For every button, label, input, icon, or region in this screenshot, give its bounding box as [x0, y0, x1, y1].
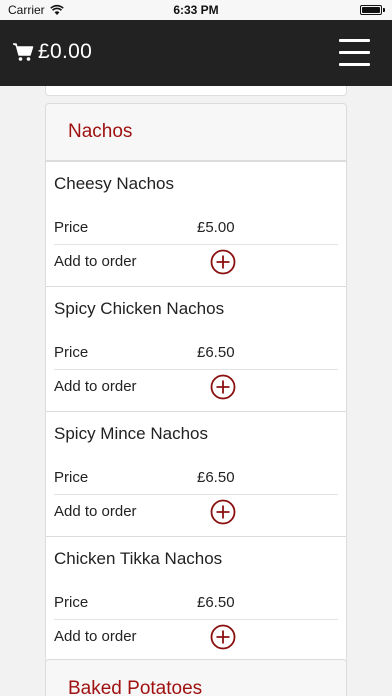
price-row: Price £6.50 [54, 586, 338, 620]
menu-item: Spicy Chicken Nachos Price £6.50 Add to … [46, 286, 346, 412]
add-circle-icon[interactable] [210, 374, 236, 400]
item-name: Chicken Tikka Nachos [54, 549, 223, 568]
section-nachos: Nachos Cheesy Nachos Price £5.00 Add to … [45, 103, 347, 663]
price-row: Price £5.00 [54, 211, 338, 245]
section-header: Nachos [46, 104, 346, 161]
cart-button[interactable]: £0.00 [12, 40, 92, 64]
add-to-order-row[interactable]: Add to order [54, 620, 338, 654]
menu-item: Chicken Tikka Nachos Price £6.50 Add to … [46, 536, 346, 662]
clock: 6:33 PM [173, 3, 219, 17]
menu-item: Cheesy Nachos Price £5.00 Add to order [46, 161, 346, 287]
hamburger-menu-icon[interactable] [339, 39, 370, 66]
battery-icon [360, 5, 382, 15]
nav-bar: £0.00 [0, 20, 392, 86]
price-value: £6.50 [197, 469, 235, 486]
price-row: Price £6.50 [54, 461, 338, 495]
menu-bar-top [339, 39, 370, 42]
add-to-order-row[interactable]: Add to order [54, 370, 338, 404]
price-value: £6.50 [197, 344, 235, 361]
price-label: Price [54, 469, 89, 486]
status-bar: Carrier 6:33 PM [0, 0, 392, 20]
price-label: Price [54, 594, 89, 611]
section-title: Nachos [68, 121, 133, 142]
section-baked-potatoes: Baked Potatoes [45, 659, 347, 696]
battery-tip [383, 8, 385, 12]
item-name: Spicy Chicken Nachos [54, 299, 225, 318]
add-to-order-row[interactable]: Add to order [54, 245, 338, 279]
add-to-order-label: Add to order [54, 628, 137, 645]
cart-icon [13, 43, 34, 61]
cart-total: £0.00 [38, 40, 93, 63]
price-value: £6.50 [197, 594, 235, 611]
add-to-order-row[interactable]: Add to order [54, 495, 338, 529]
item-name: Spicy Mince Nachos [54, 424, 209, 443]
menu-bar-bottom [339, 63, 370, 66]
price-value: £5.00 [197, 219, 235, 236]
add-to-order-label: Add to order [54, 253, 137, 270]
price-row: Price £6.50 [54, 336, 338, 370]
add-to-order-label: Add to order [54, 378, 137, 395]
price-label: Price [54, 344, 89, 361]
menu-bar-middle [339, 51, 370, 54]
add-circle-icon[interactable] [210, 624, 236, 650]
price-label: Price [54, 219, 89, 236]
add-to-order-label: Add to order [54, 503, 137, 520]
next-section-title: Baked Potatoes [68, 678, 203, 696]
add-circle-icon[interactable] [210, 499, 236, 525]
menu-content[interactable]: Nachos Cheesy Nachos Price £5.00 Add to … [0, 86, 392, 696]
previous-section-card [45, 86, 347, 96]
item-name: Cheesy Nachos [54, 174, 175, 193]
menu-item: Spicy Mince Nachos Price £6.50 Add to or… [46, 411, 346, 537]
add-circle-icon[interactable] [210, 249, 236, 275]
